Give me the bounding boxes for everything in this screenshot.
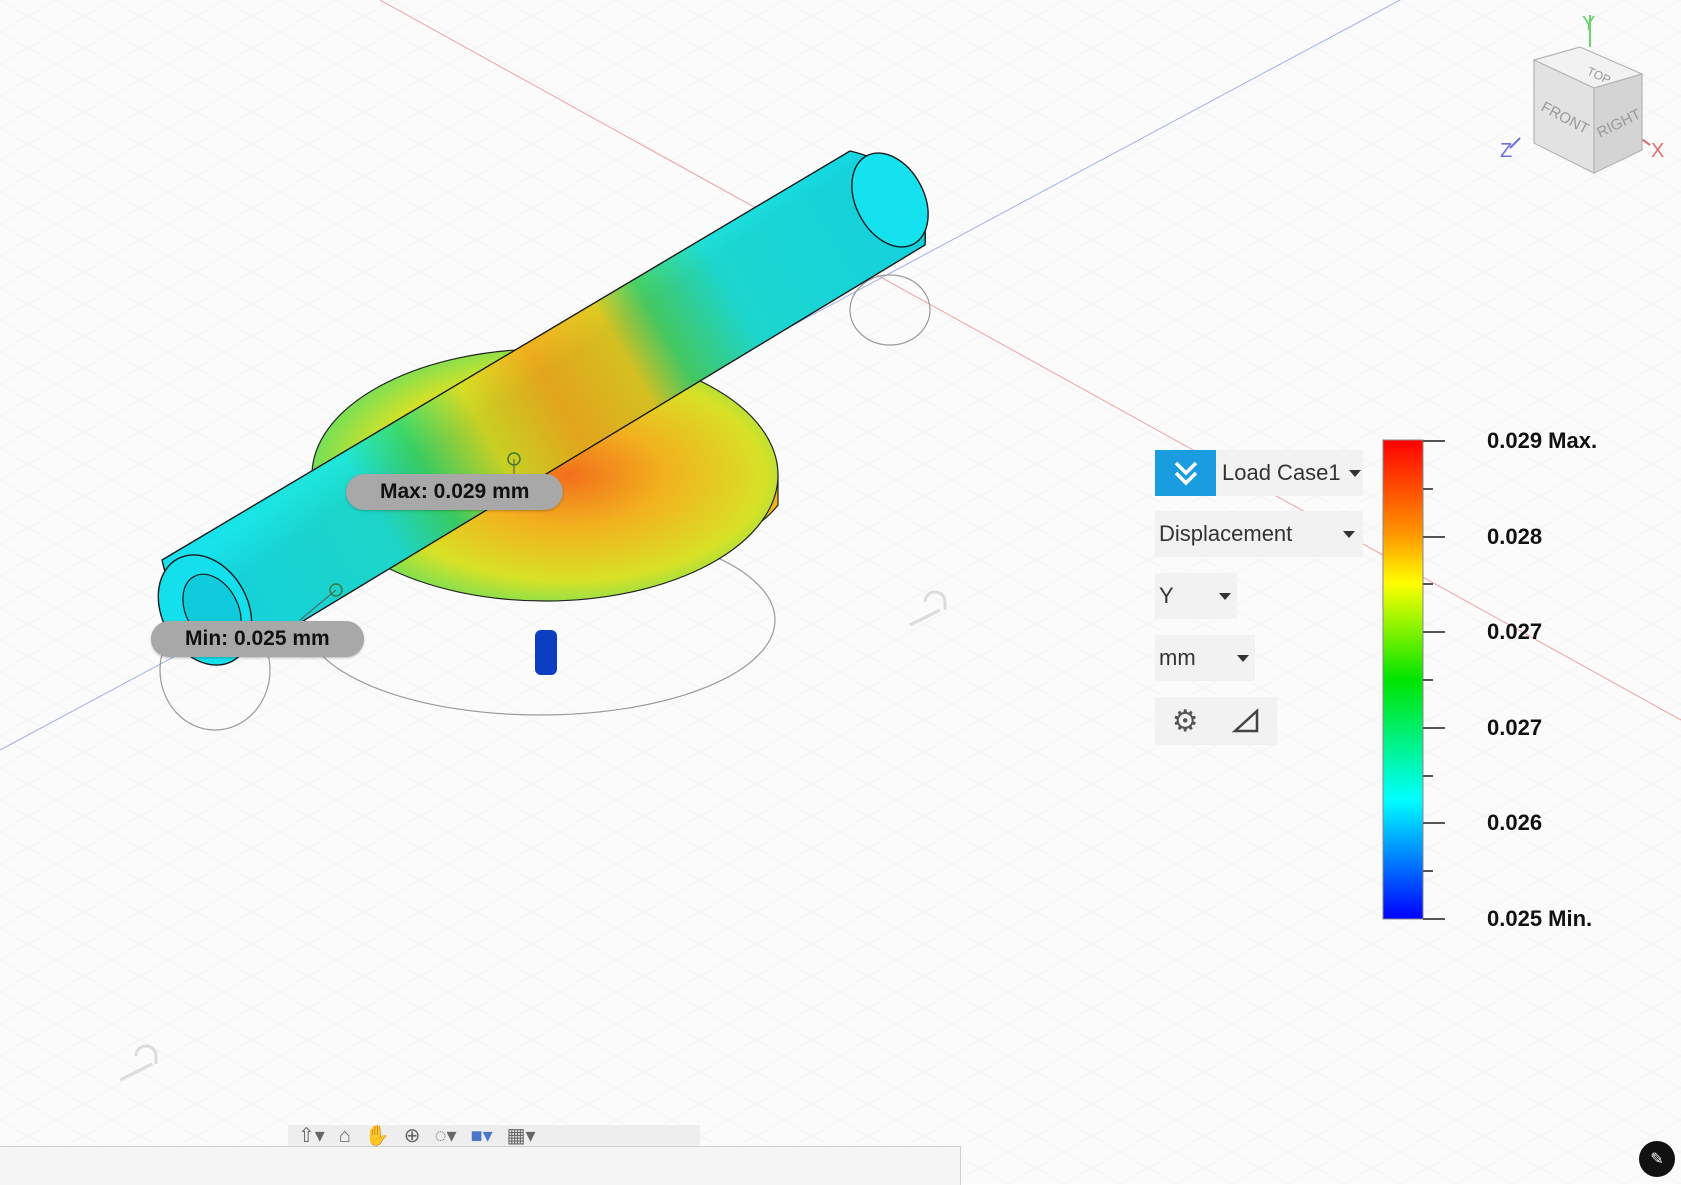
model-scene: TOP FRONT RIGHT Y Z X	[0, 0, 1681, 1082]
support-pin	[535, 630, 557, 675]
axis-label-x: X	[1651, 140, 1664, 162]
scale-ticks	[1423, 440, 1445, 920]
load-case-label: Load Case1	[1222, 460, 1341, 485]
caret-down-icon	[1348, 469, 1361, 477]
units-label: mm	[1159, 645, 1196, 670]
pan-icon[interactable]: ✋	[365, 1125, 390, 1147]
view-cube[interactable]: TOP FRONT RIGHT Y Z X	[1500, 13, 1664, 174]
scale-max-value: 0.029 Max.	[1487, 428, 1598, 453]
color-scale-bar	[1382, 439, 1424, 920]
axis-label-y: Y	[1582, 13, 1595, 35]
scale-value: 0.027	[1487, 619, 1543, 644]
caret-down-icon	[1237, 654, 1249, 662]
fit-icon[interactable]: ◌▾	[435, 1125, 457, 1147]
load-case-dropdown[interactable]: Load Case1	[1155, 450, 1363, 496]
grid-icon[interactable]: ▦▾	[507, 1125, 536, 1147]
ghost-tube-end-right	[849, 274, 931, 346]
feedback-icon[interactable]: ✎	[1639, 1141, 1675, 1177]
legend-options-bar: ⚙	[1155, 697, 1277, 745]
caret-down-icon	[1219, 592, 1231, 600]
component-label: Y	[1159, 583, 1174, 608]
triangle-icon[interactable]	[1232, 708, 1260, 734]
max-value-label: Max: 0.029 mm	[346, 474, 564, 510]
result-type-dropdown[interactable]: Displacement	[1155, 511, 1363, 557]
axis-label-z: Z	[1500, 140, 1512, 162]
scale-value: 0.028	[1487, 524, 1543, 549]
scale-value: 0.027	[1487, 715, 1543, 740]
zoom-icon[interactable]: ⊕	[404, 1125, 421, 1147]
scale-min-value: 0.025 Min.	[1487, 906, 1593, 931]
result-type-label: Displacement	[1159, 521, 1293, 546]
navigation-toolbar: ⇧▾ ⌂ ✋ ⊕ ◌▾ ■▾ ▦▾	[288, 1125, 700, 1147]
gear-icon[interactable]: ⚙	[1172, 704, 1199, 739]
scale-value: 0.026	[1487, 810, 1543, 835]
bottom-status-bar	[0, 1146, 961, 1185]
display-mode-icon[interactable]: ■▾	[471, 1125, 493, 1147]
min-value-label: Min: 0.025 mm	[151, 621, 364, 657]
units-dropdown[interactable]: mm	[1155, 635, 1255, 681]
orbit-icon[interactable]: ⇧▾	[298, 1125, 325, 1147]
chevron-double-down-icon[interactable]	[1155, 450, 1216, 496]
component-dropdown[interactable]: Y	[1155, 573, 1237, 619]
caret-down-icon	[1343, 530, 1355, 538]
look-at-icon[interactable]: ⌂	[339, 1125, 351, 1147]
constraint-glyphs	[119, 590, 947, 1082]
